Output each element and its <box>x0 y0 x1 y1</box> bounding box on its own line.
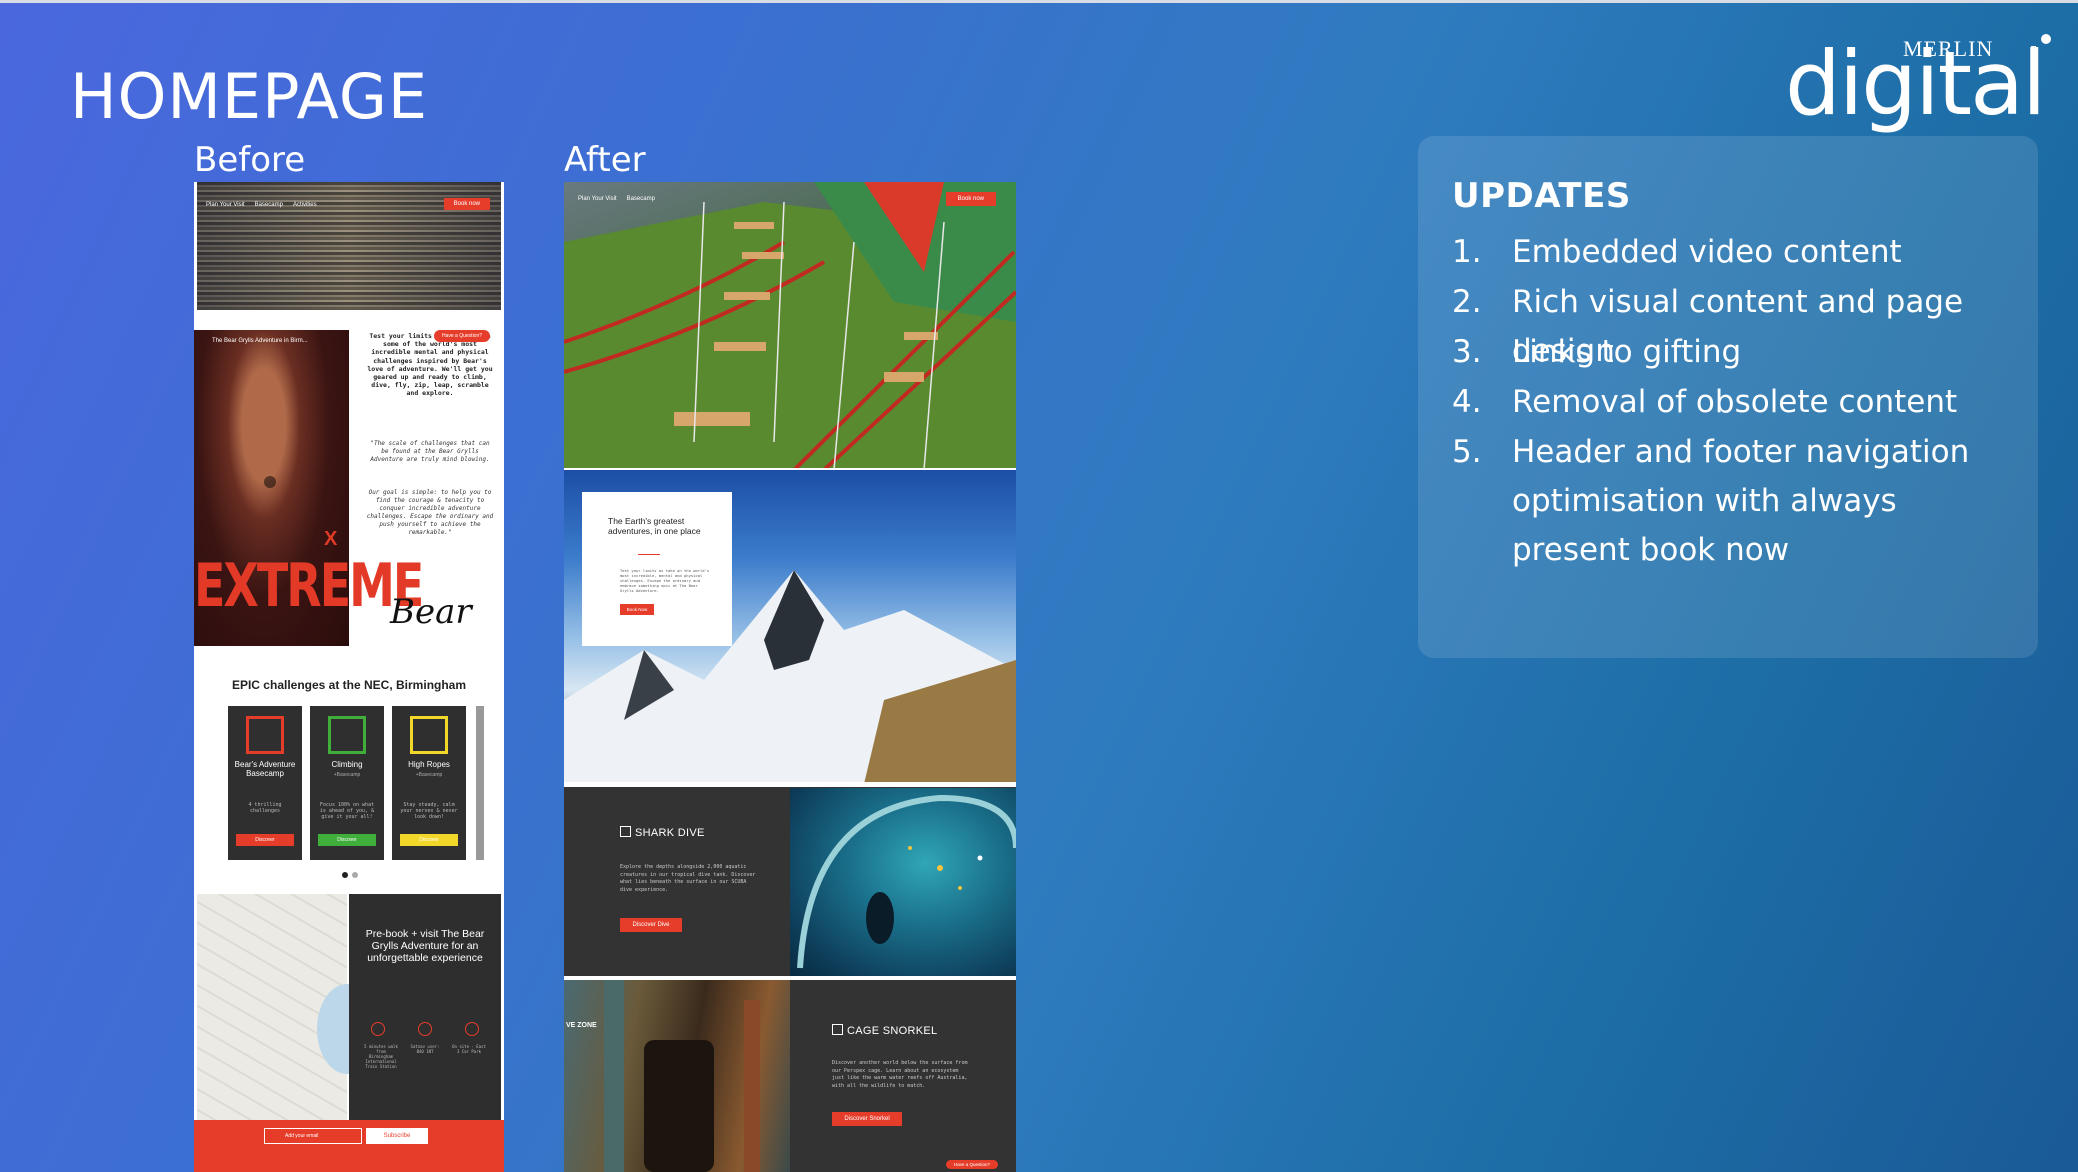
hero-card-text: Test your limits as take on the world's … <box>620 568 710 593</box>
logo-dot-icon <box>2031 34 2051 58</box>
updates-title: UPDATES <box>1452 176 1631 216</box>
before-question-button[interactable]: Have a Question? <box>434 330 491 342</box>
climbing-wall-icon <box>328 716 366 754</box>
card-name: Bear's Adventure Basecamp <box>234 760 296 778</box>
after-mountain-image: The Earth's greatest adventures, in one … <box>564 470 1016 784</box>
after-screenshot: Plan Your Visit Basecamp Book now The Ea… <box>564 182 1016 1172</box>
bear-signature: Bear <box>390 592 472 632</box>
after-nav: Plan Your Visit Basecamp <box>578 196 655 202</box>
after-hero-image-rope-bridge: Plan Your Visit Basecamp Book now <box>564 182 1016 470</box>
top-rule <box>0 0 2078 3</box>
cage-icon <box>832 1024 843 1035</box>
card-name: High Ropes +Basecamp <box>408 760 450 778</box>
before-epic-heading: EPIC challenges at the NEC, Birmingham <box>231 678 467 692</box>
before-goal-text: Our goal is simple: to help you to find … <box>366 489 494 536</box>
subscribe-button[interactable]: Subscribe <box>366 1128 428 1144</box>
train-icon <box>371 1022 385 1036</box>
before-activity-cards: Bear's Adventure Basecamp 4 thrilling ch… <box>228 706 466 860</box>
after-hero-card: The Earth's greatest adventures, in one … <box>582 492 732 646</box>
email-input[interactable]: Add your email <box>264 1128 362 1144</box>
activity-card-high-ropes[interactable]: High Ropes +Basecamp Stay steady, calm yo… <box>392 706 466 860</box>
after-label: After <box>564 140 646 180</box>
cage-snorkel-panel: CAGE SNORKEL Discover another world belo… <box>790 980 1016 1172</box>
before-nav-item[interactable]: Plan Your Visit <box>206 202 245 208</box>
prebook-icons <box>371 1022 479 1036</box>
before-prebook-panel: Pre-book + visit The Bear Grylls Adventu… <box>349 894 501 1150</box>
video-title: The Bear Grylls Adventure in Birm... <box>212 338 308 344</box>
parking-icon <box>465 1022 479 1036</box>
logo-merlin: MERLIN <box>1903 36 1994 61</box>
before-screenshot: Plan Your Visit Basecamp Activities Book… <box>194 182 504 1172</box>
merlin-digital-logo: digital MERLIN <box>1785 28 2065 138</box>
discover-button[interactable]: Discover <box>400 834 458 846</box>
before-label: Before <box>194 140 306 180</box>
before-nav-item[interactable]: Basecamp <box>255 202 283 208</box>
before-nav: Plan Your Visit Basecamp Activities <box>206 202 317 208</box>
shark-dive-text: Explore the depths alongside 2,000 aquat… <box>620 864 756 893</box>
x-logo-icon: X <box>324 528 338 550</box>
prebook-heading: Pre-book + visit The Bear Grylls Adventu… <box>365 928 485 964</box>
shipwreck-illustration <box>604 980 760 1172</box>
after-nav-item[interactable]: Plan Your Visit <box>578 196 617 202</box>
activity-card-climbing[interactable]: Climbing +Basecamp Focus 100% on what is … <box>310 706 384 860</box>
aquarium-illustration <box>797 794 1016 969</box>
video-overlay-text: EXTREME <box>194 549 424 621</box>
cage-snorkel-title: CAGE SNORKEL <box>832 1024 937 1037</box>
card-desc: Focus 100% on what is ahead of you, & gi… <box>319 802 375 820</box>
before-book-now-button[interactable]: Book now <box>443 198 490 210</box>
before-footer: Add your email Subscribe <box>194 1120 504 1172</box>
discover-button[interactable]: Discover <box>318 834 376 846</box>
high-ropes-icon <box>410 716 448 754</box>
after-nav-item[interactable]: Basecamp <box>627 196 655 202</box>
next-card-edge <box>476 706 484 860</box>
shark-dive-panel: SHARK DIVE Explore the depths alongside … <box>564 788 790 976</box>
hero-card-heading: The Earth's greatest adventures, in one … <box>608 516 701 536</box>
before-video-embed[interactable]: The Bear Grylls Adventure in Birm... X E… <box>194 330 424 646</box>
cage-snorkel-text: Discover another world below the surface… <box>832 1060 968 1089</box>
card-name: Climbing +Basecamp <box>331 760 363 778</box>
rope-bridge-illustration <box>564 182 1016 470</box>
after-book-now-button[interactable]: Book now <box>945 192 996 206</box>
clock-icon <box>418 1022 432 1036</box>
prebook-info: 5 minutes walk from Birmingham Internati… <box>364 1044 486 1069</box>
before-quote-text: "The scale of challenges that can be fou… <box>370 440 490 463</box>
flag-icon <box>246 716 284 754</box>
before-nav-item[interactable]: Activities <box>293 202 317 208</box>
discover-dive-button[interactable]: Discover Dive <box>620 918 682 932</box>
after-question-button[interactable]: Have a Question? <box>946 1160 999 1169</box>
slide-title: HOMEPAGE <box>70 60 429 133</box>
play-icon[interactable] <box>264 476 276 488</box>
card-desc: 4 thrilling challenges <box>248 802 282 814</box>
discover-snorkel-button[interactable]: Discover Snorkel <box>832 1112 902 1126</box>
card-desc: Stay steady, calm your nerves & never lo… <box>400 802 458 820</box>
cage-snorkel-image: VE ZONE <box>564 980 790 1172</box>
shark-dive-image <box>790 788 1016 976</box>
shark-icon <box>620 826 631 837</box>
discover-button[interactable]: Discover <box>236 834 294 846</box>
hero-card-book-button[interactable]: Book Now <box>620 604 654 615</box>
hero-card-divider <box>638 554 660 555</box>
activity-card-basecamp[interactable]: Bear's Adventure Basecamp 4 thrilling ch… <box>228 706 302 860</box>
carousel-dots[interactable] <box>342 872 358 878</box>
before-map[interactable] <box>197 894 377 1150</box>
shark-dive-title: SHARK DIVE <box>620 826 705 839</box>
updates-panel: UPDATES 1. Embedded video content 2. Rich … <box>1418 136 2038 658</box>
torn-edge <box>564 782 1016 787</box>
